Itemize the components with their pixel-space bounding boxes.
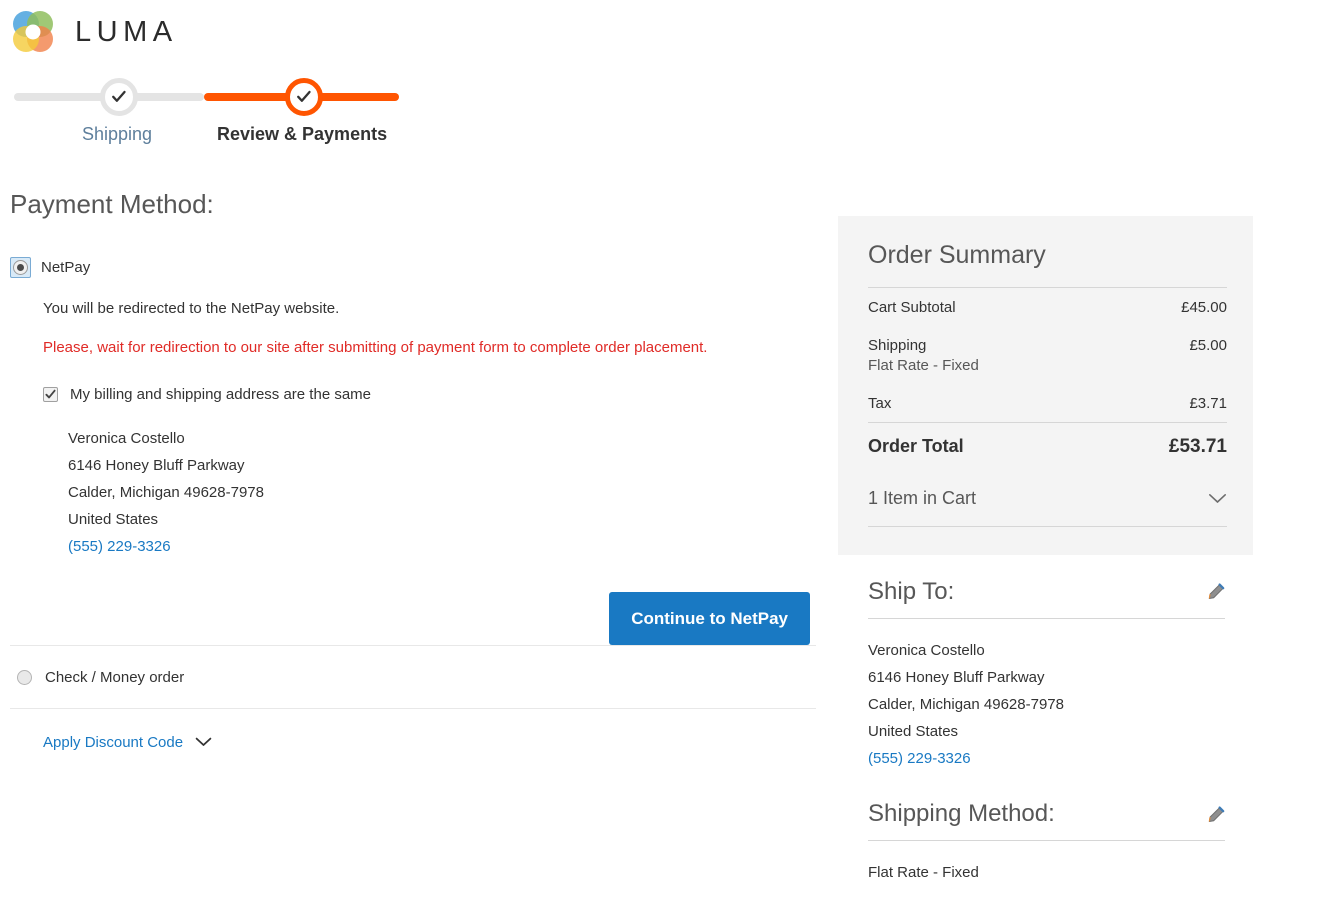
billing-same-as-shipping-row[interactable]: My billing and shipping address are the … [43,386,810,403]
summary-label-shipping: Shipping [868,336,927,354]
shipping-method-title: Shipping Method: [868,799,1055,827]
ship-to-block: Ship To: Veronica Costello 6146 Honey Bl… [838,577,1253,772]
ship-to-city-state-zip: Calder, Michigan 49628-7978 [868,695,1064,713]
pencil-icon [1208,583,1225,600]
ship-to-header: Ship To: [838,577,1253,605]
summary-label-tax: Tax [868,394,892,412]
billing-address-name: Veronica Costello [68,429,185,447]
checkout-progress-bar: Shipping Review & Payments [14,78,414,148]
ship-to-address: Veronica Costello 6146 Honey Bluff Parkw… [838,619,1253,772]
edit-shipping-method-button[interactable] [1208,806,1225,823]
summary-divider-bottom [868,525,1227,527]
continue-to-netpay-button[interactable]: Continue to NetPay [609,591,810,645]
billing-same-label: My billing and shipping address are the … [70,385,372,403]
progress-step-shipping[interactable] [100,78,138,116]
payment-method-netpay: NetPay You will be redirected to the Net… [10,256,810,645]
page-title: Payment Method: [10,189,214,219]
ship-to-country: United States [868,722,959,740]
checkout-main-column: Payment Method: NetPay You will be redir… [10,189,816,752]
order-summary-panel: Order Summary Cart Subtotal £45.00 Shipp… [838,216,1253,555]
payment-method-netpay-label: NetPay [41,258,91,276]
payment-method-checkmo-label: Check / Money order [45,668,185,686]
radio-netpay[interactable] [10,256,31,278]
check-icon [112,90,126,102]
order-summary-title: Order Summary [868,241,1046,269]
progress-label-shipping[interactable]: Shipping [82,124,152,145]
chevron-down-icon [1209,493,1226,503]
billing-address-country: United States [68,510,159,528]
summary-label-cart-subtotal: Cart Subtotal [868,298,956,316]
check-icon [297,90,311,102]
shipping-method-value: Flat Rate - Fixed [868,864,979,882]
billing-address-phone[interactable]: (555) 229-3326 [68,538,171,555]
checkout-sidebar: Order Summary Cart Subtotal £45.00 Shipp… [838,216,1253,886]
discount-section: Apply Discount Code [10,709,810,752]
summary-label-order-total: Order Total [868,435,964,456]
shipping-method-header: Shipping Method: [838,799,1253,827]
radio-checkmo[interactable] [17,669,32,685]
chevron-down-icon [195,737,212,746]
redirect-note: You will be redirected to the NetPay web… [43,299,340,317]
ship-to-street: 6146 Honey Bluff Parkway [868,668,1045,686]
billing-address-city-state-zip: Calder, Michigan 49628-7978 [68,483,264,501]
summary-row-shipping: Shipping Flat Rate - Fixed £5.00 [868,326,1227,384]
ship-to-title: Ship To: [868,577,955,605]
summary-amount-tax: £3.71 [1189,394,1227,412]
apply-discount-code-label: Apply Discount Code [43,733,184,751]
summary-amount-order-total: £53.71 [1168,435,1227,457]
billing-address: Veronica Costello 6146 Honey Bluff Parkw… [43,425,810,560]
continue-button-row: Continue to NetPay [43,591,810,645]
ship-to-name: Veronica Costello [868,641,985,659]
shipping-method-block: Shipping Method: Flat Rate - Fixed [838,799,1253,886]
progress-step-review-payments[interactable] [285,78,323,116]
summary-amount-shipping: £5.00 [1189,336,1227,354]
luma-rings-logo-icon [10,9,56,55]
summary-row-tax: Tax £3.71 [868,384,1227,422]
summary-row-cart-subtotal: Cart Subtotal £45.00 [868,288,1227,326]
brand-name: LUMA [75,15,178,48]
shipping-method-body: Flat Rate - Fixed [838,841,1253,886]
apply-discount-code-toggle[interactable]: Apply Discount Code [43,734,212,751]
payment-method-netpay-body: You will be redirected to the NetPay web… [10,300,810,645]
progress-label-review-payments: Review & Payments [217,124,388,144]
checkbox-billing-same[interactable] [43,386,58,402]
redirect-warning: Please, wait for redirection to our site… [43,338,708,356]
check-icon [45,389,56,398]
edit-ship-to-button[interactable] [1208,583,1225,600]
billing-address-street: 6146 Honey Bluff Parkway [68,456,245,474]
summary-row-order-total: Order Total £53.71 [868,423,1227,472]
summary-sublabel-shipping: Flat Rate - Fixed [868,356,979,374]
cart-items-label: 1 Item in Cart [868,487,977,508]
payment-method-netpay-header[interactable]: NetPay [10,256,810,278]
summary-amount-cart-subtotal: £45.00 [1181,298,1227,316]
pencil-icon [1208,806,1225,822]
ship-to-phone[interactable]: (555) 229-3326 [868,750,971,767]
payment-method-checkmo[interactable]: Check / Money order [10,646,810,708]
site-logo[interactable]: LUMA [10,8,178,56]
radio-netpay-dot [13,259,28,275]
cart-items-toggle[interactable]: 1 Item in Cart [868,472,1227,526]
